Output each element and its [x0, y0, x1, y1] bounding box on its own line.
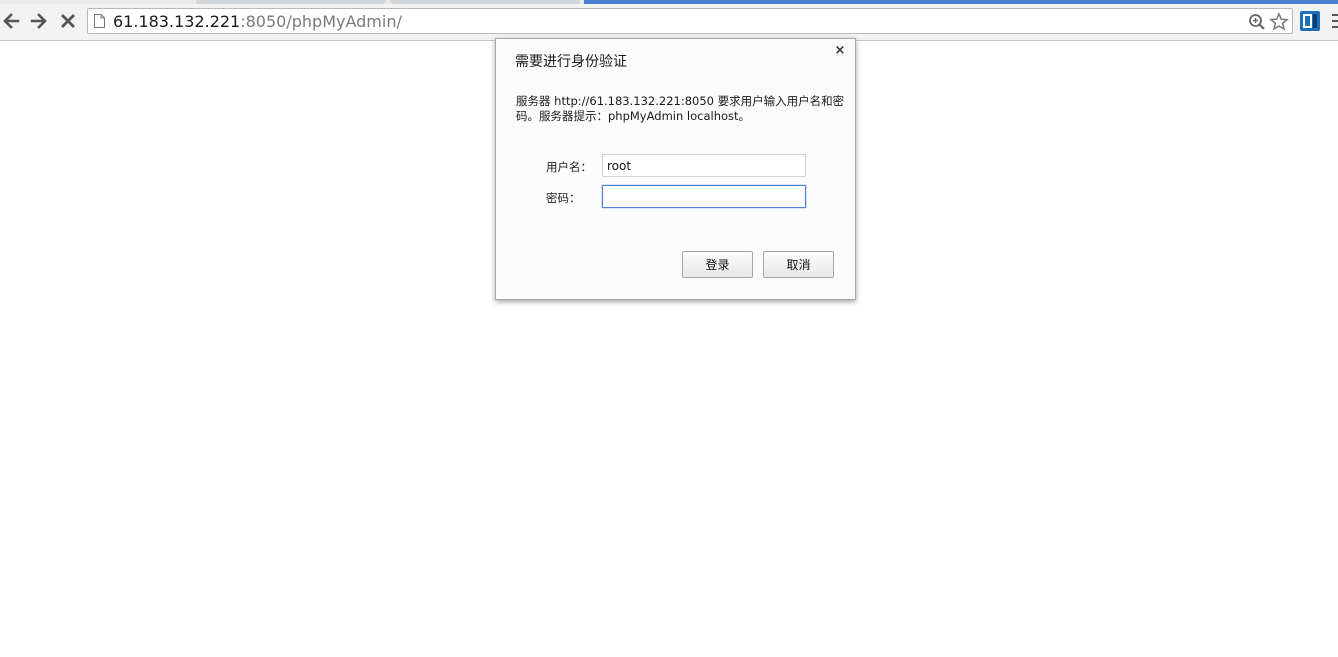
back-arrow-icon — [3, 13, 20, 29]
stop-button[interactable] — [57, 10, 79, 32]
address-bar[interactable]: 61.183.132.221:8050/phpMyAdmin/ — [87, 8, 1293, 34]
username-label: 用户名： — [546, 160, 592, 174]
browser-toolbar: 61.183.132.221:8050/phpMyAdmin/ — [0, 0, 1338, 41]
password-label: 密码： — [546, 191, 581, 205]
stop-x-icon — [61, 14, 75, 28]
url-host: 61.183.132.221 — [113, 12, 241, 31]
menu-icon[interactable] — [1332, 13, 1338, 31]
tab-active[interactable] — [584, 0, 1338, 4]
zoom-icon[interactable] — [1248, 13, 1266, 31]
dialog-title: 需要进行身份验证 — [515, 54, 627, 70]
page-icon — [94, 14, 105, 28]
url-path: :8050/phpMyAdmin/ — [240, 12, 402, 31]
extension-icon[interactable] — [1300, 11, 1320, 31]
bookmark-star-icon[interactable] — [1269, 12, 1289, 32]
forward-arrow-icon — [30, 13, 47, 29]
tab-strip — [0, 0, 1338, 4]
url-text[interactable]: 61.183.132.221:8050/phpMyAdmin/ — [113, 12, 402, 31]
back-button[interactable] — [0, 10, 22, 32]
auth-dialog: 需要进行身份验证 × 服务器 http://61.183.132.221:805… — [495, 38, 856, 300]
login-button[interactable]: 登录 — [682, 251, 753, 278]
tab-inactive[interactable] — [390, 0, 580, 4]
cancel-button[interactable]: 取消 — [763, 251, 834, 278]
dialog-message: 服务器 http://61.183.132.221:8050 要求用户输入用户名… — [516, 94, 845, 123]
close-icon[interactable]: × — [833, 44, 847, 58]
password-field[interactable] — [602, 185, 806, 208]
username-field[interactable] — [602, 154, 806, 177]
forward-button[interactable] — [28, 10, 50, 32]
tab-inactive[interactable] — [196, 0, 386, 4]
